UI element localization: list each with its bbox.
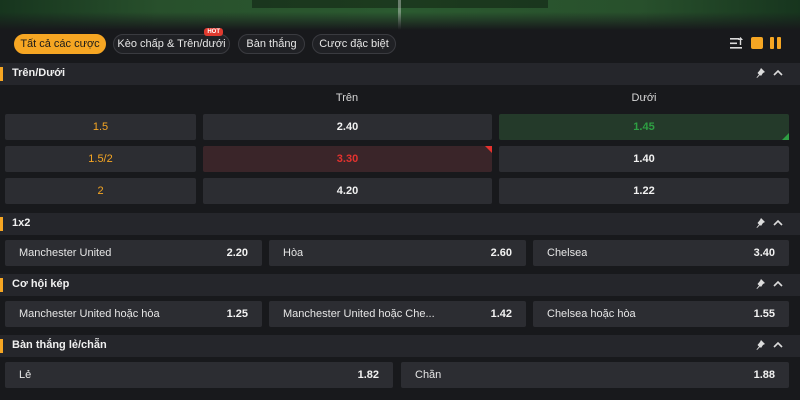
line-label: 2 [5,178,196,204]
chevron-up-icon[interactable] [772,217,784,229]
chevron-up-icon[interactable] [772,278,784,290]
odds-button-home[interactable]: Manchester United 2.20 [5,240,262,266]
odds-down-indicator [485,146,492,153]
pin-icon[interactable] [754,339,766,351]
odds-button-over[interactable]: 3.30 [203,146,492,172]
section-double-chance-header[interactable]: Cơ hội kép [0,274,800,296]
odds-button-home-or-draw[interactable]: Manchester United hoặc hòa 1.25 [5,301,262,327]
odds-button-under[interactable]: 1.45 [499,114,789,140]
chevron-up-icon[interactable] [772,67,784,79]
odds-button-odd[interactable]: Lẻ 1.82 [5,362,393,388]
odds-up-indicator [782,133,789,140]
odds-button-over[interactable]: 2.40 [203,114,492,140]
pin-icon[interactable] [754,67,766,79]
odds-button-away-or-draw[interactable]: Chelsea hoặc hòa 1.55 [533,301,789,327]
section-title: Cơ hội kép [12,278,70,290]
section-title: Trên/Dưới [12,67,66,79]
section-over-under-header[interactable]: Trên/Dưới [0,63,800,85]
odds-button-away[interactable]: Chelsea 3.40 [533,240,789,266]
chevron-up-icon[interactable] [772,339,784,351]
hot-badge: HOT [204,28,223,36]
pin-icon[interactable] [754,217,766,229]
odds-button-under[interactable]: 1.40 [499,146,789,172]
column-under-label: Dưới [631,92,657,104]
match-banner [0,0,800,30]
odds-button-over[interactable]: 4.20 [203,178,492,204]
pin-icon[interactable] [754,278,766,290]
tab-all-bets[interactable]: Tất cả các cược [14,34,106,54]
section-1x2-header[interactable]: 1x2 [0,213,800,235]
tab-special-bets[interactable]: Cược đặc biệt [312,34,396,54]
odds-button-under[interactable]: 1.22 [499,178,789,204]
odds-button-draw[interactable]: Hòa 2.60 [269,240,526,266]
tab-handicap-over-under[interactable]: Kèo chấp & Trên/dưới HOT [113,28,230,54]
section-odd-even-header[interactable]: Bàn thắng lẻ/chẵn [0,335,800,357]
odds-button-even[interactable]: Chẵn 1.88 [401,362,789,388]
line-label: 1.5/2 [5,146,196,172]
tab-goals[interactable]: Bàn thắng [238,34,305,54]
square-icon[interactable] [751,37,763,49]
odds-button-home-or-away[interactable]: Manchester United hoặc Che... 1.42 [269,301,526,327]
line-label: 1.5 [5,114,196,140]
sort-icon[interactable] [730,37,743,55]
pause-icon[interactable] [770,37,781,49]
section-title: 1x2 [12,217,31,229]
market-filter-tabs: Tất cả các cược Kèo chấp & Trên/dưới HOT… [0,28,800,56]
section-title: Bàn thắng lẻ/chẵn [12,339,107,351]
column-over-label: Trên [335,92,359,104]
